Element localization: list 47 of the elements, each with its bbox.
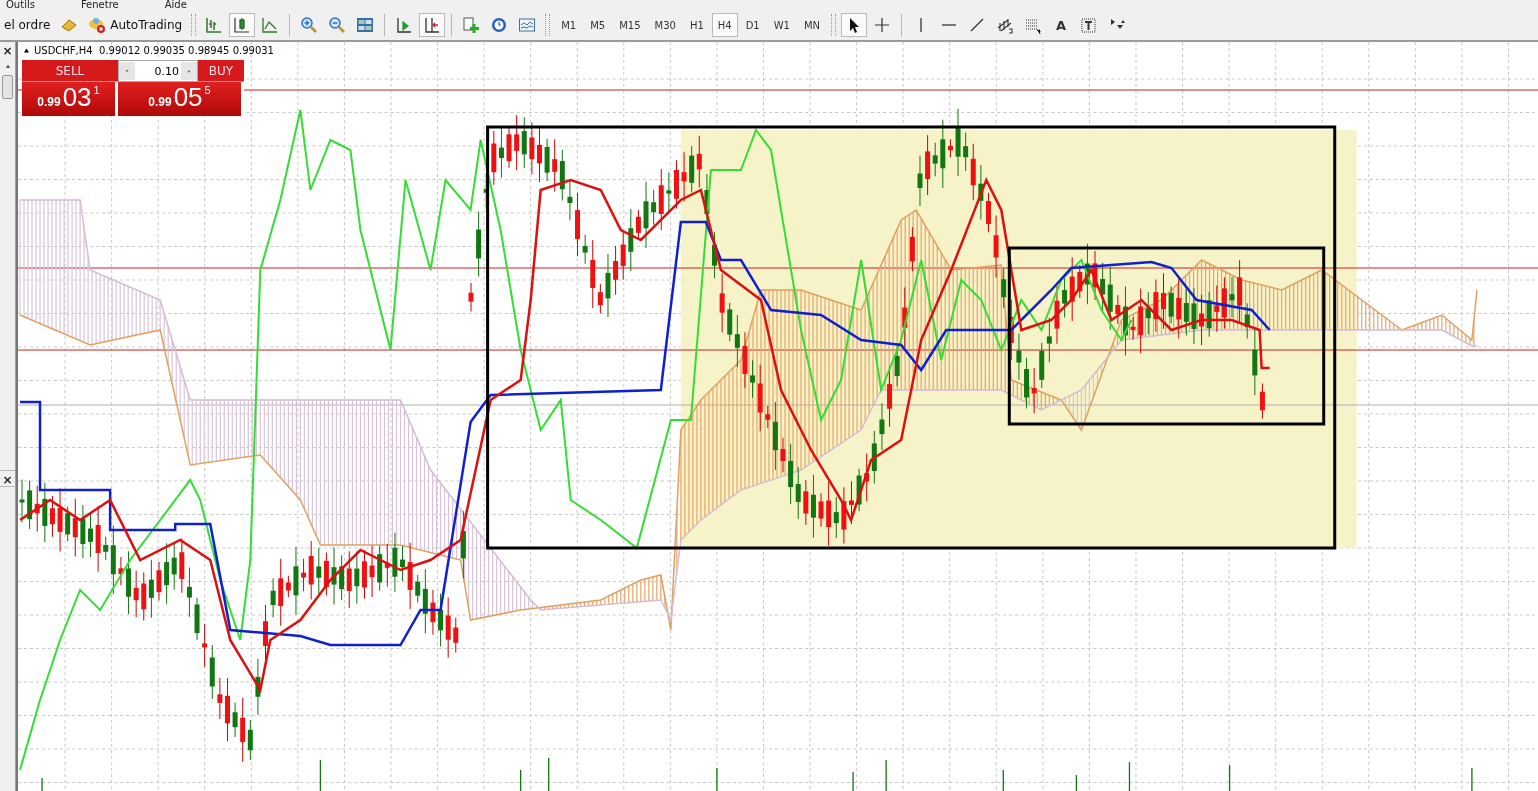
chart-type-button[interactable]: [229, 13, 256, 37]
timeframe-button[interactable]: H1: [683, 13, 710, 37]
chart-toggle-button[interactable]: [419, 13, 446, 37]
vertical-line-icon: [920, 18, 923, 32]
symbol-info: USDCHF,H4 0.99012 0.99035 0.98945 0.99031: [34, 45, 274, 56]
buy-button[interactable]: BUY: [198, 60, 244, 82]
template-icon: [518, 16, 537, 34]
autotrading-button[interactable]: AutoTrading: [84, 13, 187, 37]
buy-price-button[interactable]: 0.9905$^{5}$: [118, 82, 244, 116]
drawing-tool-button[interactable]: A: [1048, 13, 1075, 37]
timeframe-button[interactable]: M5: [584, 13, 612, 37]
tile-windows-icon: [356, 16, 375, 34]
sell-price-button[interactable]: 0.9903$^{1}$: [22, 82, 118, 116]
menu-item[interactable]: Aide: [164, 0, 187, 10]
close-button[interactable]: ×: [2, 474, 13, 486]
autotrading-icon: [88, 16, 107, 34]
text-tool-label: A: [1056, 17, 1067, 33]
timeframe-button[interactable]: M30: [648, 13, 682, 37]
collapse-triangle-icon: [22, 46, 31, 55]
timeframe-button[interactable]: W1: [767, 13, 796, 37]
volume-field[interactable]: 0.10: [118, 60, 198, 82]
menu-item[interactable]: Fenetre: [80, 0, 119, 10]
timeframe-button[interactable]: M1: [555, 13, 583, 37]
scrollbar-thumb[interactable]: [2, 75, 13, 99]
horizontal-line-icon: [942, 24, 957, 26]
chart-shift-icon: [395, 16, 414, 34]
line-chart-icon: [261, 16, 280, 34]
menu-item[interactable]: Outils: [6, 0, 35, 10]
timeframe-button[interactable]: D1: [739, 13, 766, 37]
sell-button[interactable]: SELL: [22, 60, 118, 82]
drawing-tool-button[interactable]: [841, 13, 868, 37]
timeframe-button[interactable]: H4: [711, 13, 738, 37]
channel-icon: [996, 16, 1015, 34]
zoom-out-icon: [328, 16, 347, 34]
new-order-button[interactable]: el ordre: [0, 13, 55, 37]
crosshair-icon: [873, 16, 892, 34]
timeframe-button[interactable]: MN: [797, 13, 827, 37]
candlestick-icon: [233, 16, 252, 34]
text-label-icon: [1080, 16, 1099, 34]
zoom-in-icon: [300, 16, 319, 34]
bar-chart-icon: [205, 16, 224, 34]
auto-scroll-icon: [423, 16, 442, 34]
add-indicator-icon: [462, 16, 481, 34]
clock-icon: [490, 16, 509, 34]
timeframe-button[interactable]: M15: [613, 13, 647, 37]
close-button[interactable]: ×: [2, 45, 13, 57]
fibonacci-icon: [1024, 16, 1043, 34]
